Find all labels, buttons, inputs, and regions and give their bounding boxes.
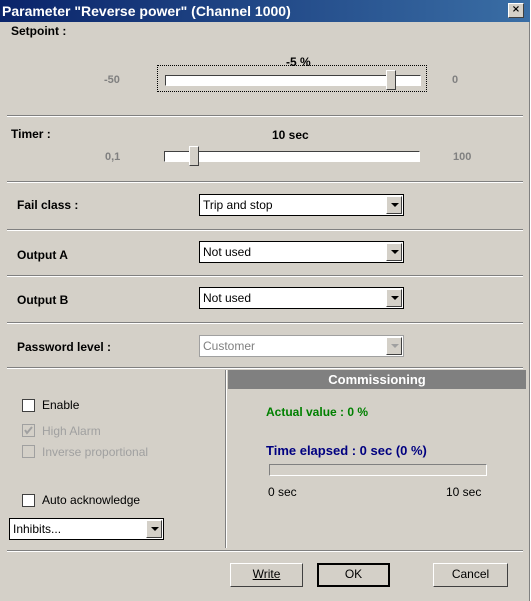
high-alarm-checkbox [22,424,35,437]
close-icon[interactable]: × [508,3,524,18]
divider [7,229,523,231]
output-a-label: Output A [17,248,68,262]
fail-class-value: Trip and stop [203,198,273,212]
divider [7,550,523,552]
chevron-down-icon[interactable] [386,243,402,261]
inhibits-select[interactable]: Inhibits... [9,518,164,540]
inverse-proportional-label: Inverse proportional [42,445,149,459]
output-b-value: Not used [203,291,252,305]
password-level-label: Password level : [17,340,112,354]
password-level-value: Customer [203,339,256,353]
enable-checkbox[interactable] [22,399,35,412]
timer-slider-thumb[interactable] [189,146,200,166]
setpoint-label: Setpoint : [11,24,67,38]
write-button-label: Write [252,567,281,581]
divider [7,275,523,277]
setpoint-slider-track [165,75,421,86]
checkmark-icon [24,426,33,435]
setpoint-slider[interactable] [157,65,427,92]
title-bar: Parameter "Reverse power" (Channel 1000)… [0,0,530,22]
write-button[interactable]: Write [230,563,303,587]
enable-label: Enable [42,398,80,412]
ok-button-label: OK [344,567,363,581]
timer-slider[interactable] [157,142,427,169]
chevron-down-icon[interactable] [386,196,402,214]
output-b-label: Output B [17,293,69,307]
timer-min-label: 0,1 [105,151,121,163]
divider [7,181,523,183]
divider [7,322,523,324]
cancel-button-label: Cancel [451,567,490,581]
chevron-down-icon[interactable] [386,289,402,307]
cancel-button[interactable]: Cancel [433,563,508,587]
time-elapsed-progress-bar [269,464,487,476]
progress-end-label: 10 sec [446,485,482,499]
setpoint-max-label: 0 [452,74,459,86]
fail-class-label: Fail class : [17,198,79,212]
timer-max-label: 100 [453,151,472,163]
commissioning-header: Commissioning [228,370,526,389]
parameter-dialog: Parameter "Reverse power" (Channel 1000)… [0,0,530,601]
timer-label: Timer : [11,127,51,141]
auto-acknowledge-checkbox[interactable] [22,494,35,507]
password-level-select: Customer [199,335,404,357]
setpoint-min-label: -50 [104,74,120,86]
fail-class-select[interactable]: Trip and stop [199,194,404,216]
timer-value-text: 10 sec [272,128,309,142]
output-a-value: Not used [203,245,252,259]
time-elapsed-text: Time elapsed : 0 sec (0 %) [266,443,427,458]
chevron-down-icon [386,337,402,355]
output-b-select[interactable]: Not used [199,287,404,309]
window-title: Parameter "Reverse power" (Channel 1000) [2,3,291,19]
setpoint-slider-thumb[interactable] [385,70,396,90]
divider [7,115,523,117]
ok-button[interactable]: OK [317,563,390,587]
actual-value-text: Actual value : 0 % [266,405,369,419]
inhibits-value: Inhibits... [13,522,62,536]
inverse-proportional-checkbox [22,445,35,458]
divider [7,367,523,369]
timer-slider-track [164,151,420,162]
auto-acknowledge-label: Auto acknowledge [42,493,141,507]
progress-start-label: 0 sec [268,485,297,499]
output-a-select[interactable]: Not used [199,241,404,263]
high-alarm-label: High Alarm [42,424,101,438]
chevron-down-icon[interactable] [146,520,162,538]
